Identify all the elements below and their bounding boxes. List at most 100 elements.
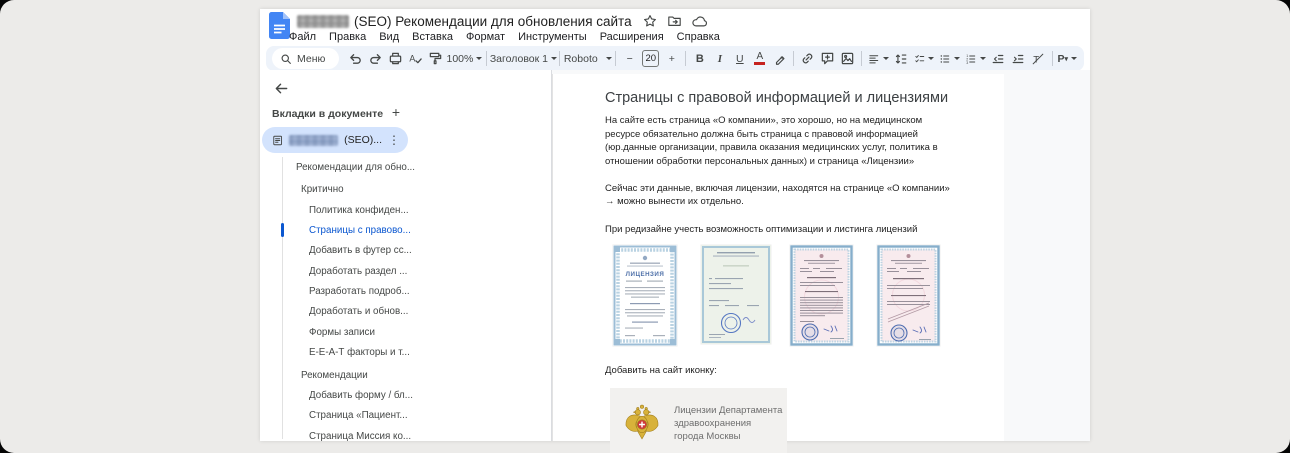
outline-item-7[interactable]: Разработать подроб... [260,281,551,301]
outline-item-label: Страницы с правово... [309,225,411,236]
font-size-decrease-button[interactable]: − [620,49,639,69]
paragraph[interactable]: На сайте есть страница «О компании», это… [605,114,957,168]
toolbar-separator [1052,51,1053,66]
decrease-indent-button[interactable] [989,49,1008,69]
font-size-increase-button[interactable]: + [662,49,681,69]
search-label: Меню [297,53,325,65]
cloud-status-icon[interactable] [692,13,708,29]
paragraph[interactable]: При редизайне учесть возможность оптимиз… [605,223,957,237]
search-menus-button[interactable]: Меню [272,48,339,69]
eagle-emblem-icon [623,403,661,443]
search-icon [280,53,292,65]
toolbar-separator [861,51,862,66]
outline-item-6[interactable]: Доработать раздел ... [260,261,551,281]
section-heading[interactable]: Страницы с правовой информацией и лиценз… [605,90,1004,106]
numbered-list-button[interactable]: 123 [963,49,988,69]
align-button[interactable] [866,49,891,69]
toolbar: Меню A 100% Заголовок 1 Roboto − 20 + B … [266,46,1084,71]
document-tabs-sidebar: Вкладки в документе + (SEO)... ⋮ Рекомен… [260,70,551,441]
paragraph-style-select[interactable]: Заголовок 1 [491,49,555,69]
outline-item-11[interactable]: Рекомендации [260,365,551,385]
google-docs-window: (SEO) Рекомендации для обновления сайта … [260,9,1090,441]
menu-item-format[interactable]: Формат [466,31,505,43]
text-color-button[interactable]: A [750,49,769,69]
checklist-button[interactable] [912,49,937,69]
document-canvas: Страницы с правовой информацией и лиценз… [552,70,1090,441]
highlight-color-button[interactable] [770,49,789,69]
outline-item-label: Рекомендации для обно... [296,162,415,173]
google-docs-logo-icon[interactable] [269,12,290,39]
redo-button[interactable] [366,49,385,69]
menu-item-file[interactable]: Файл [289,31,316,43]
star-icon[interactable] [642,13,658,29]
outline-item-label: Добавить форму / бл... [309,390,413,401]
license-icon-card[interactable]: Лицензии Департамента здравоохранения го… [610,388,787,453]
outline-item-12[interactable]: Добавить форму / бл... [260,385,551,405]
formatting-mode-button[interactable]: P▾ [1057,49,1078,69]
back-arrow-icon[interactable] [272,79,290,97]
outline-item-label: Е-Е-А-Т факторы и т... [309,347,410,358]
add-icon-label[interactable]: Добавить на сайт иконку: [605,365,1004,376]
paint-format-button[interactable] [426,49,445,69]
tab-options-icon[interactable]: ⋮ [388,135,400,145]
line-spacing-button[interactable] [892,49,911,69]
outline-item-5[interactable]: Добавить в футер сс... [260,241,551,261]
outline-item-9[interactable]: Формы записи [260,322,551,342]
clear-formatting-button[interactable]: T [1029,49,1048,69]
document-page[interactable]: Страницы с правовой информацией и лиценз… [552,74,1004,441]
toolbar-separator [559,51,560,66]
outline-item-label: Формы записи [309,327,375,338]
paragraph[interactable]: Сейчас эти данные, включая лицензии, нах… [605,182,957,209]
toolbar-separator [793,51,794,66]
license-card-text: Лицензии Департамента здравоохранения го… [674,404,782,443]
document-outline: Рекомендации для обно... КритичноПолитика… [260,157,551,441]
spell-check-button[interactable]: A [406,49,425,69]
insert-link-button[interactable] [798,49,817,69]
redacted-title-prefix [297,15,349,28]
menu-item-tools[interactable]: Инструменты [518,31,587,43]
insert-image-button[interactable] [838,49,857,69]
outline-item-3[interactable]: Политика конфиден... [260,200,551,220]
outline-item-label: Добавить в футер сс... [309,245,412,256]
increase-indent-button[interactable] [1009,49,1028,69]
license-image-3[interactable] [790,245,853,346]
add-comment-button[interactable] [818,49,837,69]
font-family-select[interactable]: Roboto [564,49,611,69]
undo-button[interactable] [346,49,365,69]
menu-item-insert[interactable]: Вставка [412,31,453,43]
italic-button[interactable]: I [710,49,729,69]
outline-item-1[interactable]: Рекомендации для обно... [260,157,551,177]
outline-item-label: Рекомендации [301,370,368,381]
outline-item-14[interactable]: Страница Миссия ко... [260,426,551,441]
svg-text:ЛИЦЕНЗИЯ: ЛИЦЕНЗИЯ [626,271,665,278]
outline-item-8[interactable]: Доработать и обнов... [260,302,551,322]
bold-button[interactable]: B [690,49,709,69]
svg-text:T: T [1033,54,1039,65]
license-image-1[interactable]: ЛИЦЕНЗИЯ [613,245,677,346]
menu-item-extensions[interactable]: Расширения [600,31,664,43]
tab-document-icon [272,134,283,147]
print-button[interactable] [386,49,405,69]
underline-button[interactable]: U [730,49,749,69]
document-title[interactable]: (SEO) Рекомендации для обновления сайта [354,14,632,29]
license-images-row: ЛИЦЕНЗИЯ [613,245,1004,346]
menu-item-edit[interactable]: Правка [329,31,366,43]
outline-item-13[interactable]: Страница «Пациент... [260,406,551,426]
menu-item-view[interactable]: Вид [379,31,399,43]
outline-item-10[interactable]: Е-Е-А-Т факторы и т... [260,342,551,362]
outline-item-2[interactable]: Критично [260,180,551,200]
menu-item-help[interactable]: Справка [677,31,720,43]
add-tab-icon[interactable]: + [387,103,405,121]
text-color-swatch [754,62,765,65]
outline-item-label: Страница «Пациент... [309,410,408,421]
license-image-4[interactable] [877,245,940,346]
active-document-tab[interactable]: (SEO)... ⋮ [262,127,408,153]
font-size-input[interactable]: 20 [642,50,659,67]
bulleted-list-button[interactable] [937,49,962,69]
license-image-2[interactable] [701,245,771,344]
move-to-folder-icon[interactable] [667,13,683,29]
outline-item-4[interactable]: Страницы с правово... [260,220,551,240]
tab-label: (SEO)... [344,134,382,146]
zoom-select[interactable]: 100% [446,49,482,69]
tabs-header-label: Вкладки в документе [272,108,383,120]
